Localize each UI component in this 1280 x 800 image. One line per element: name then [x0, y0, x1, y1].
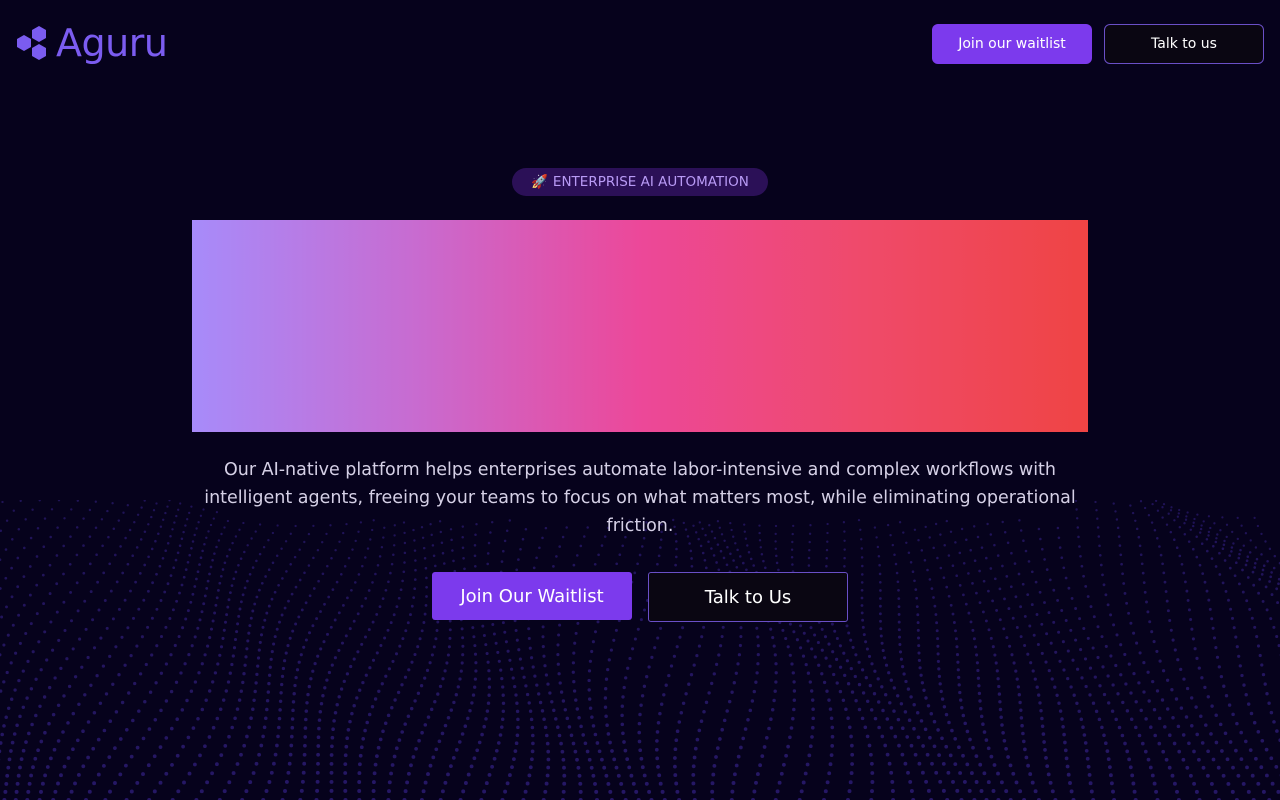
enterprise-badge: 🚀 ENTERPRISE AI AUTOMATION — [512, 168, 768, 196]
site-header: Aguru Join our waitlist Talk to us — [0, 0, 1280, 88]
landing-page: Aguru Join our waitlist Talk to us 🚀 ENT… — [0, 0, 1280, 800]
particle-wave-background — [0, 500, 1280, 800]
talk-to-us-cta[interactable]: Talk to Us — [648, 572, 848, 622]
hero-gradient-banner — [192, 220, 1088, 432]
badge-label: ENTERPRISE AI AUTOMATION — [552, 174, 749, 190]
talk-to-us-button[interactable]: Talk to us — [1104, 24, 1264, 64]
logo-text: Aguru — [56, 21, 168, 65]
hexagon-cluster-icon — [17, 26, 46, 60]
rocket-icon: 🚀 — [531, 174, 548, 190]
join-our-waitlist-cta[interactable]: Join Our Waitlist — [432, 572, 632, 620]
logo-link[interactable]: Aguru — [16, 21, 168, 65]
hero-description: Our AI-native platform helps enterprises… — [204, 460, 1076, 536]
join-waitlist-button[interactable]: Join our waitlist — [932, 24, 1092, 64]
